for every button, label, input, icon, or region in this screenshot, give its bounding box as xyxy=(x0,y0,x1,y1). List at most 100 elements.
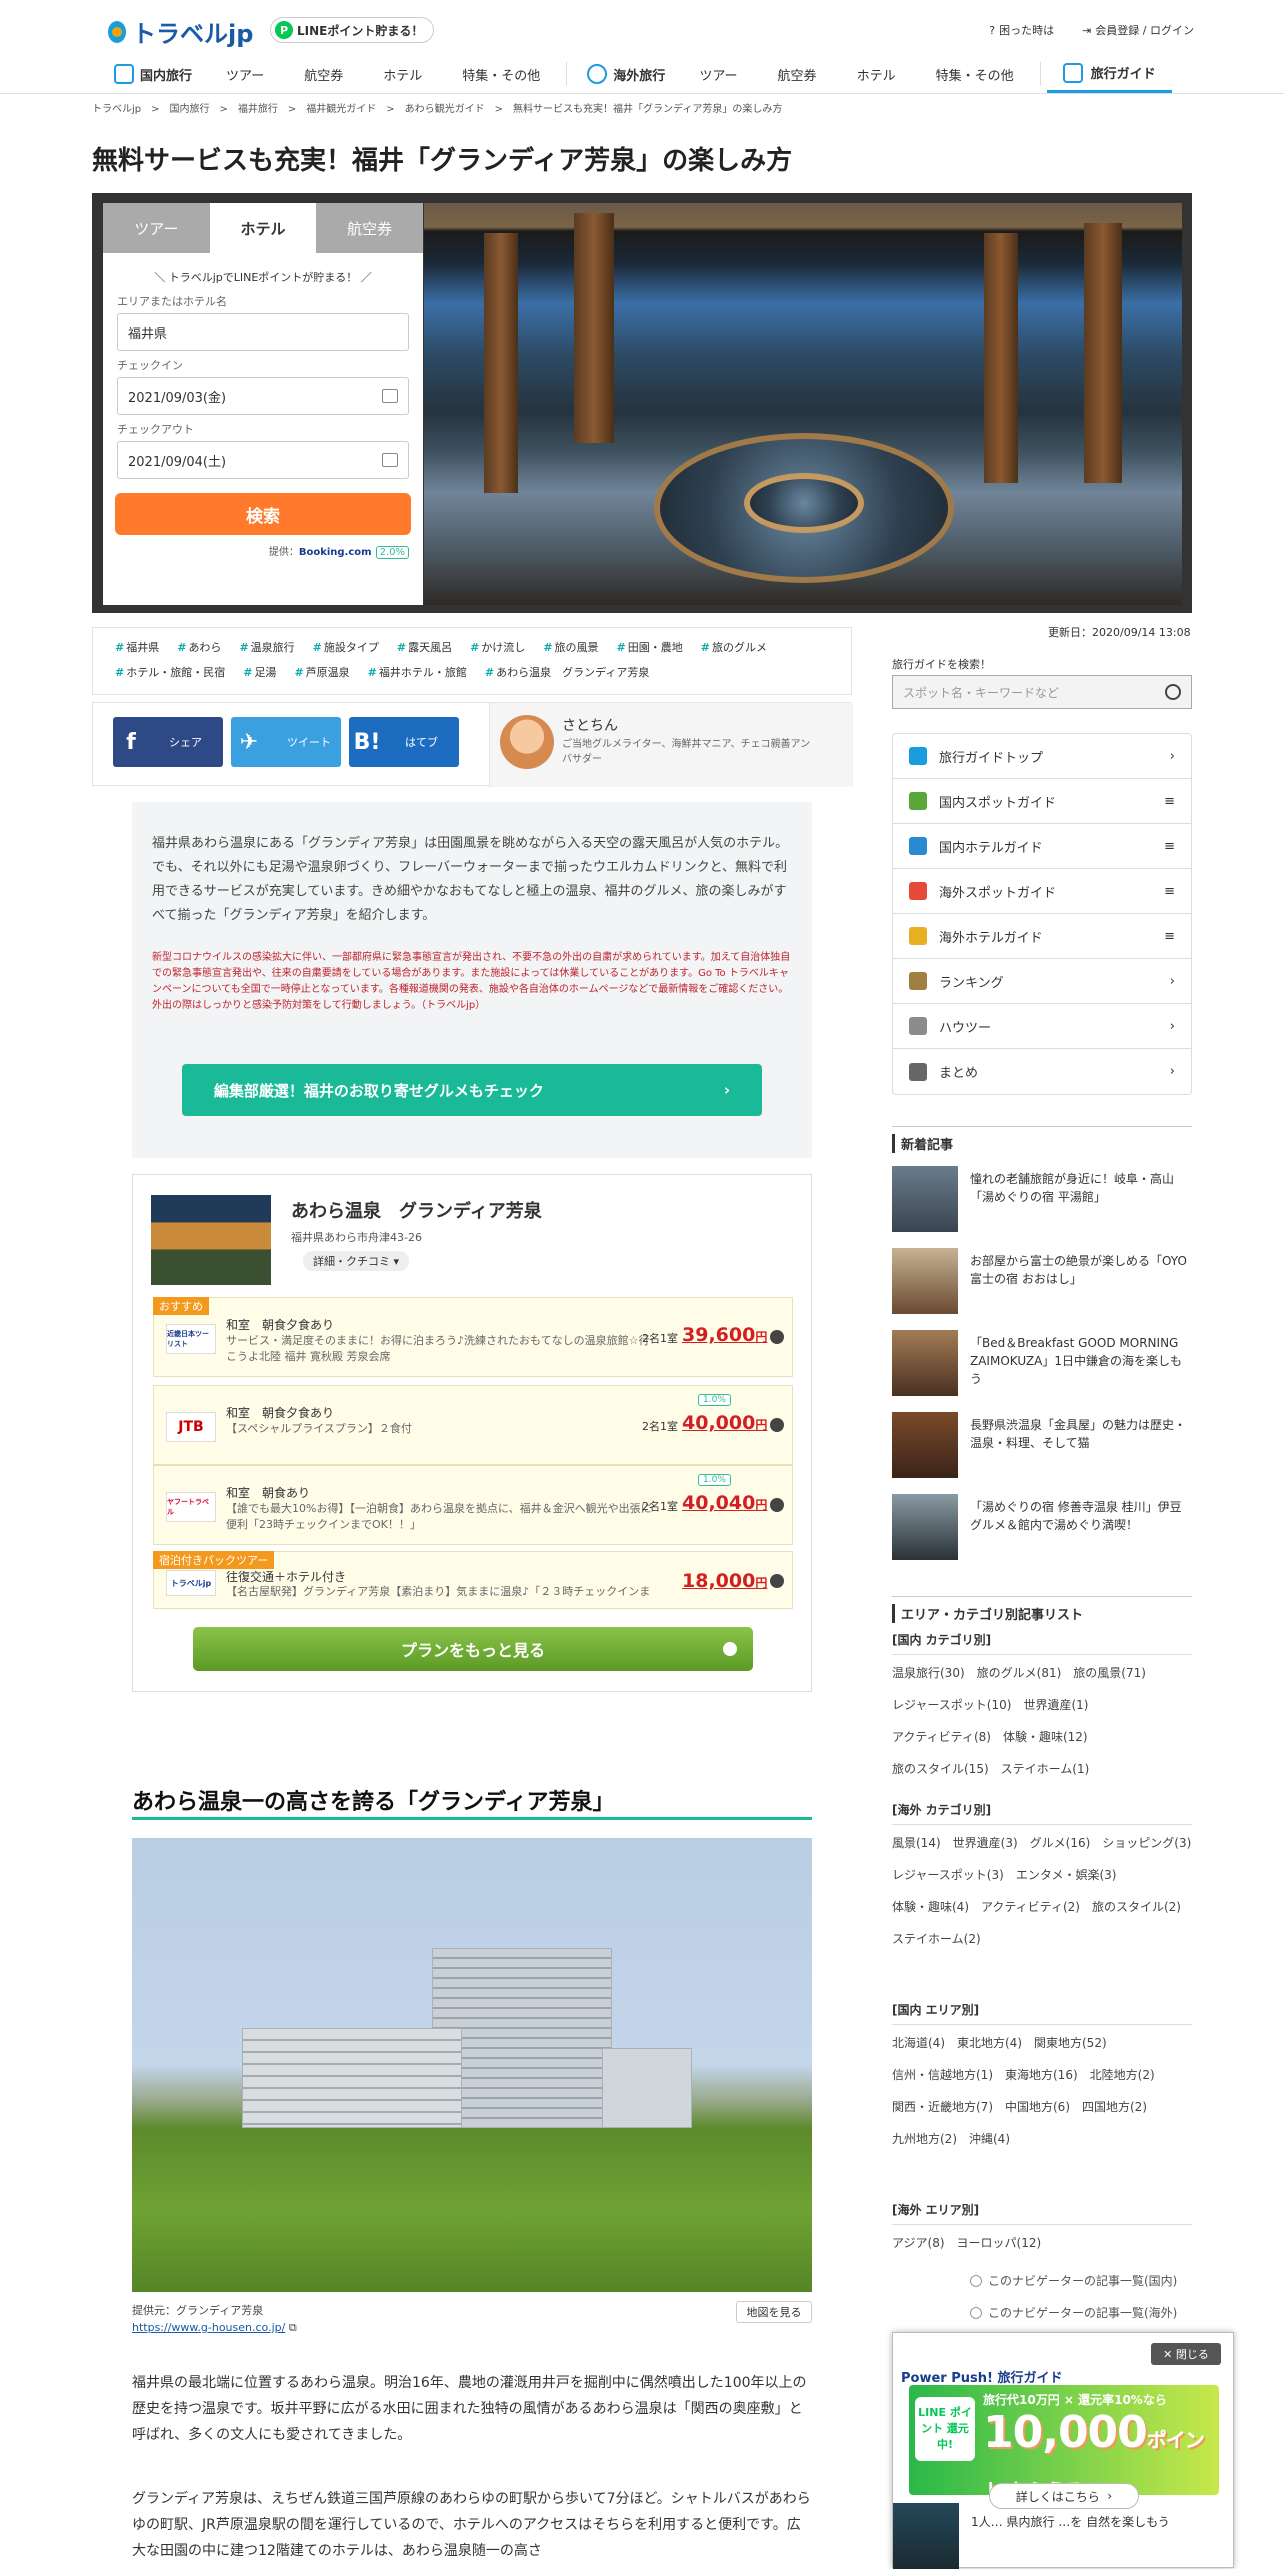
category-link[interactable]: アジア(8) xyxy=(892,2227,945,2259)
tag[interactable]: 露天風呂 xyxy=(397,636,452,661)
promo-news-item[interactable]: 1人… 県内旅行 …を 自然を楽しもう xyxy=(893,2503,1233,2569)
sidebar-item-howto[interactable]: ハウツー › xyxy=(893,1004,1191,1049)
sidebar-item-overseas-spot[interactable]: 海外スポットガイド ≡ xyxy=(893,869,1191,914)
category-link[interactable]: 中国地方(6) xyxy=(1005,2091,1070,2123)
checkin-input[interactable]: 2021/09/03(金) xyxy=(117,377,409,415)
news-item[interactable]: 憧れの老舗旅館が身近に！岐阜・高山「湯めぐりの宿 平湯館」 xyxy=(892,1166,1192,1232)
category-link[interactable]: 世界遺産(3) xyxy=(953,1827,1018,1859)
news-item[interactable]: 長野県渋温泉「金具屋」の魅力は歴史・温泉・料理、そして猫 xyxy=(892,1412,1192,1478)
close-button[interactable]: ✕ 閉じる xyxy=(1151,2343,1221,2365)
category-link[interactable]: 旅のスタイル(15) xyxy=(892,1753,989,1785)
category-link[interactable]: 旅のグルメ(81) xyxy=(977,1657,1062,1689)
tag[interactable]: 福井ホテル・旅館 xyxy=(368,661,467,686)
category-link[interactable]: 北海道(4) xyxy=(892,2027,945,2059)
sidebar-search-input[interactable]: スポット名・キーワードなど xyxy=(892,675,1192,709)
category-link[interactable]: ステイホーム(2) xyxy=(892,1923,981,1955)
category-link[interactable]: レジャースポット(10) xyxy=(892,1689,1011,1721)
sidebar-item-ranking[interactable]: ランキング › xyxy=(893,959,1191,1004)
category-link[interactable]: 体験・趣味(4) xyxy=(892,1891,969,1923)
more-plans-button[interactable]: プランをもっと見る xyxy=(193,1627,753,1671)
category-link[interactable]: 温泉旅行(30) xyxy=(892,1657,965,1689)
tag[interactable]: あわら xyxy=(177,636,221,661)
plan-row[interactable]: JTB 1.0% 和室 朝食夕食あり 【スペシャルプライスプラン】２食付 2名1… xyxy=(153,1385,793,1465)
category-link[interactable]: ショッピング(3) xyxy=(1102,1827,1191,1859)
tag[interactable]: 芦原温泉 xyxy=(294,661,350,686)
nav-overseas-air[interactable]: 航空券 xyxy=(758,65,837,84)
tag[interactable]: かけ流し xyxy=(470,636,525,661)
breadcrumb[interactable]: トラベルjp > 国内旅行 > 福井旅行 > 福井観光ガイド > あわら観光ガイ… xyxy=(92,100,782,115)
category-link[interactable]: 九州地方(2) xyxy=(892,2123,957,2155)
category-link[interactable]: 沖縄(4) xyxy=(969,2123,1010,2155)
category-link[interactable]: レジャースポット(3) xyxy=(892,1859,1004,1891)
tab-air[interactable]: 航空券 xyxy=(316,203,424,253)
navigator-overseas-link[interactable]: このナビゲーターの記事一覧(海外) xyxy=(970,2304,1177,2321)
tag[interactable]: あわら温泉 グランディア芳泉 xyxy=(485,661,649,686)
nav-domestic[interactable]: 国内旅行 xyxy=(100,64,206,84)
category-link[interactable]: エンタメ・娯楽(3) xyxy=(1016,1859,1117,1891)
map-button[interactable]: 地図を見る xyxy=(736,2301,812,2323)
category-link[interactable]: 関東地方(52) xyxy=(1034,2027,1107,2059)
nav-domestic-hotel[interactable]: ホテル xyxy=(363,65,442,84)
login-link[interactable]: ⇥ 会員登録 / ログイン xyxy=(1082,22,1194,38)
nav-domestic-air[interactable]: 航空券 xyxy=(284,65,363,84)
tag[interactable]: 旅のグルメ xyxy=(701,636,767,661)
nav-travel-guide[interactable]: 旅行ガイド xyxy=(1046,55,1172,93)
category-link[interactable]: アクティビティ(2) xyxy=(981,1891,1080,1923)
line-points-banner[interactable]: LINE ポイント 還元中! 旅行代10万円 × 還元率10%なら 10,000… xyxy=(909,2385,1219,2503)
search-button[interactable]: 検索 xyxy=(115,493,411,535)
category-link[interactable]: 東北地方(4) xyxy=(957,2027,1022,2059)
sidebar-item-domestic-hotel[interactable]: 国内ホテルガイド ≡ xyxy=(893,824,1191,869)
gourmet-check-button[interactable]: 編集部厳選！福井のお取り寄せグルメもチェック › xyxy=(182,1064,762,1116)
category-link[interactable]: 世界遺産(1) xyxy=(1023,1689,1088,1721)
tag[interactable]: 田園・農地 xyxy=(617,636,683,661)
tab-hotel[interactable]: ホテル xyxy=(209,203,317,253)
category-link[interactable]: グルメ(16) xyxy=(1030,1827,1091,1859)
search-icon[interactable] xyxy=(1165,684,1181,700)
tag[interactable]: 施設タイプ xyxy=(313,636,379,661)
checkout-input[interactable]: 2021/09/04(土) xyxy=(117,441,409,479)
tab-tour[interactable]: ツアー xyxy=(103,203,210,253)
nav-overseas[interactable]: 海外旅行 xyxy=(573,64,679,84)
nav-domestic-special[interactable]: 特集・その他 xyxy=(442,65,560,84)
hotel-exterior-photo[interactable] xyxy=(132,1838,812,2292)
category-link[interactable]: ヨーロッパ(12) xyxy=(957,2227,1042,2259)
sidebar-item-overseas-hotel[interactable]: 海外ホテルガイド ≡ xyxy=(893,914,1191,959)
source-link[interactable]: https://www.g-housen.co.jp/ xyxy=(132,2321,285,2334)
tag[interactable]: ホテル・旅館・民宿 xyxy=(115,661,225,686)
area-input[interactable]: 福井県 xyxy=(117,313,409,351)
nav-domestic-tour[interactable]: ツアー xyxy=(206,65,284,84)
news-item[interactable]: 「Bed＆Breakfast GOOD MORNING ZAIMOKUZA」1日… xyxy=(892,1330,1192,1396)
hotel-review-button[interactable]: 詳細・クチコミ ▾ xyxy=(303,1251,410,1271)
news-item[interactable]: お部屋から富士の絶景が楽しめる「OYO 富士の宿 おおはし」 xyxy=(892,1248,1192,1314)
category-link[interactable]: 東海地方(16) xyxy=(1005,2059,1078,2091)
category-link[interactable]: 関西・近畿地方(7) xyxy=(892,2091,993,2123)
sidebar-item-guide-top[interactable]: 旅行ガイドトップ › xyxy=(893,734,1191,779)
nav-overseas-tour[interactable]: ツアー xyxy=(679,65,757,84)
help-link[interactable]: ? 困った時は xyxy=(989,22,1054,38)
sidebar-item-matome[interactable]: まとめ › xyxy=(893,1049,1191,1094)
plan-row[interactable]: 宿泊付きパックツアー トラベルjp 往復交通＋ホテル付き 【名古屋駅発】グランデ… xyxy=(153,1551,793,1609)
news-item[interactable]: 「湯めぐりの宿 修善寺温泉 桂川」伊豆グルメ＆館内で湯めぐり満喫！ xyxy=(892,1494,1192,1560)
tag[interactable]: 福井県 xyxy=(115,636,159,661)
category-link[interactable]: ステイホーム(1) xyxy=(1001,1753,1090,1785)
line-points-badge[interactable]: P LINEポイント貯まる！ xyxy=(270,17,435,43)
category-link[interactable]: アクティビティ(8) xyxy=(892,1721,991,1753)
nav-overseas-special[interactable]: 特集・その他 xyxy=(916,65,1034,84)
category-link[interactable]: 体験・趣味(12) xyxy=(1003,1721,1088,1753)
category-link[interactable]: 北陸地方(2) xyxy=(1090,2059,1155,2091)
category-link[interactable]: 風景(14) xyxy=(892,1827,941,1859)
hotel-name[interactable]: あわら温泉 グランディア芳泉 xyxy=(291,1197,542,1223)
tag[interactable]: 温泉旅行 xyxy=(239,636,295,661)
plan-row[interactable]: ヤフートラベル 1.0% 和室 朝食あり 【誰でも最大10%お得】【一泊朝食】あ… xyxy=(153,1465,793,1545)
category-link[interactable]: 旅のスタイル(2) xyxy=(1092,1891,1181,1923)
facebook-share-button[interactable]: f シェア xyxy=(113,717,223,767)
twitter-share-button[interactable]: ✈ ツイート xyxy=(231,717,341,767)
nav-overseas-hotel[interactable]: ホテル xyxy=(837,65,916,84)
category-link[interactable]: 信州・信越地方(1) xyxy=(892,2059,993,2091)
author-box[interactable]: さとちん ご当地グルメライター、海鮮丼マニア、チェコ親善アンバサダー xyxy=(489,703,853,787)
plan-row[interactable]: おすすめ 近畿日本ツーリスト 和室 朝食夕食あり サービス・満足度そのままに！お… xyxy=(153,1297,793,1377)
site-logo[interactable]: トラベルjp xyxy=(108,14,253,49)
hatena-bookmark-button[interactable]: B! はてブ xyxy=(349,717,459,767)
category-link[interactable]: 旅の風景(71) xyxy=(1073,1657,1146,1689)
sidebar-item-domestic-spot[interactable]: 国内スポットガイド ≡ xyxy=(893,779,1191,824)
